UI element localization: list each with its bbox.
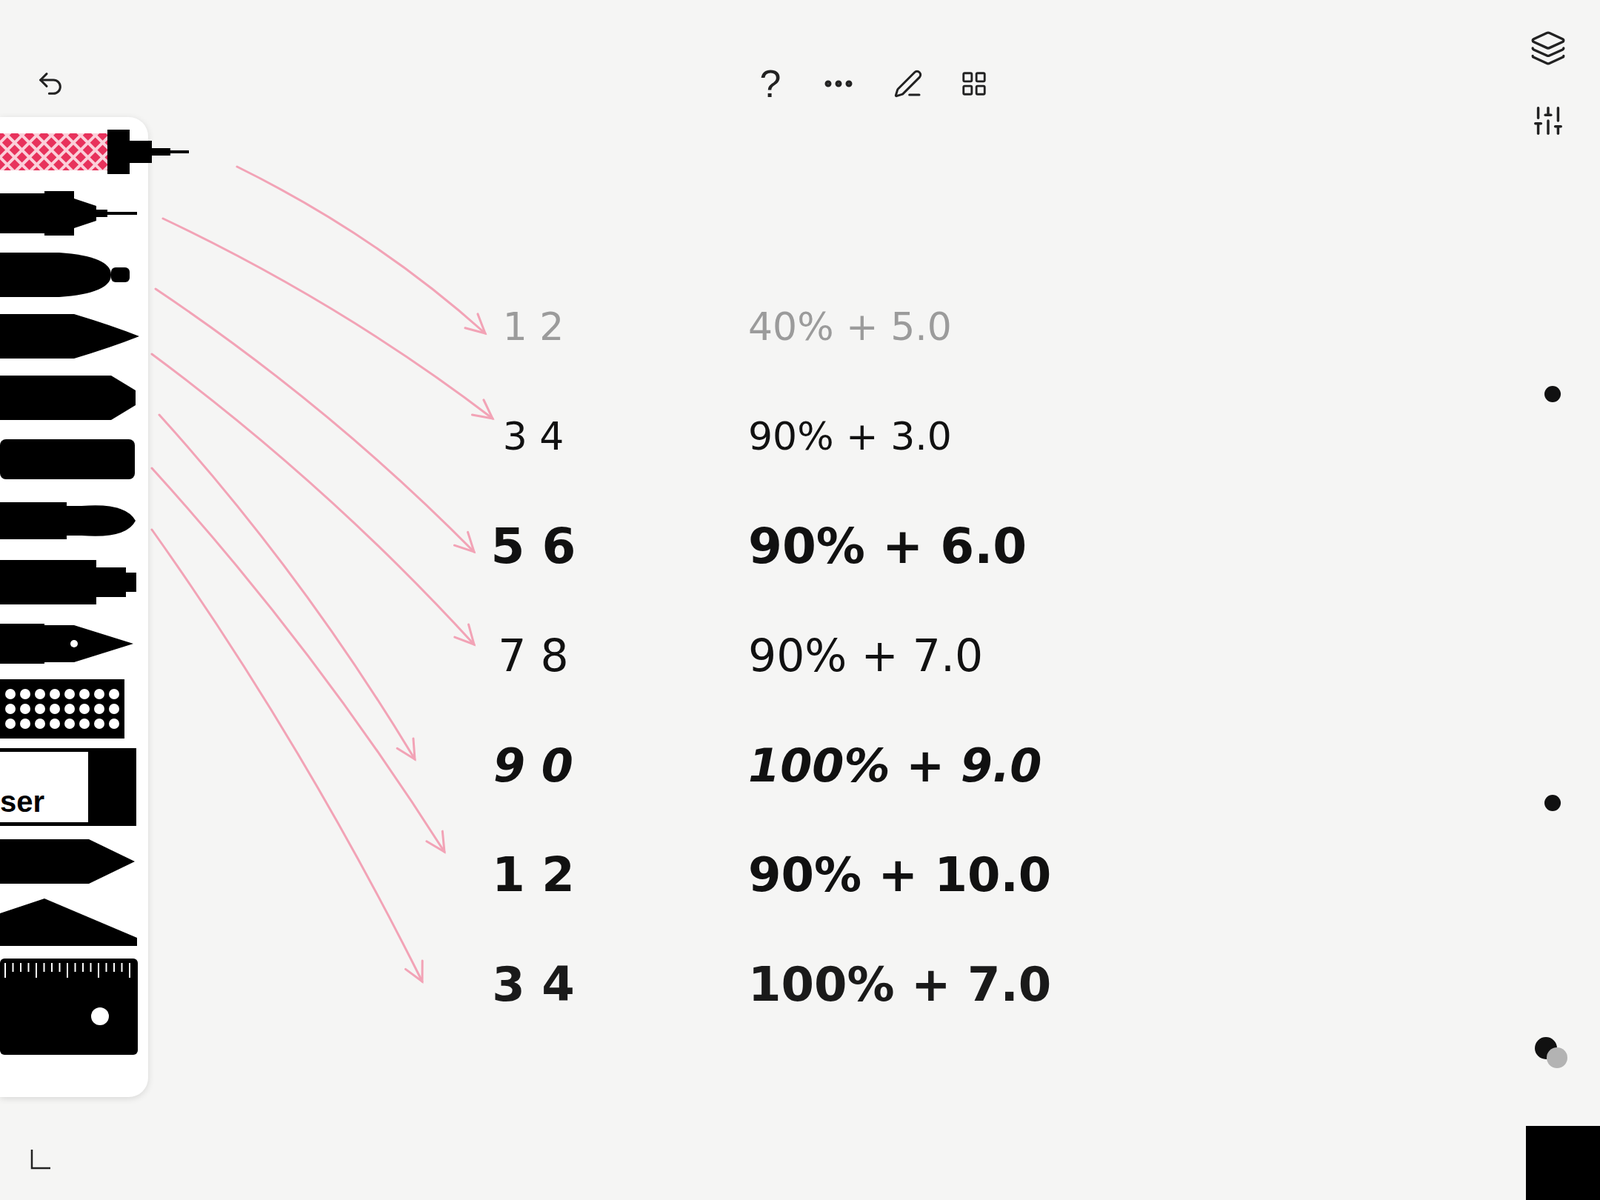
tool-item[interactable] bbox=[0, 433, 149, 486]
sliders-icon[interactable] bbox=[1531, 103, 1566, 138]
handwritten-row: 5 6 90% + 6.0 bbox=[444, 491, 1052, 601]
brush-pen-icon[interactable] bbox=[0, 310, 193, 363]
row-setting: 90% + 10.0 bbox=[748, 839, 1052, 911]
row-setting: 90% + 6.0 bbox=[748, 509, 1027, 583]
help-button[interactable]: ? bbox=[757, 64, 785, 103]
row-numbers: 5 6 bbox=[444, 509, 623, 583]
chisel-marker-icon[interactable] bbox=[0, 371, 193, 424]
handwritten-row: 3 4 90% + 3.0 bbox=[444, 381, 1052, 492]
marker-icon[interactable] bbox=[0, 248, 193, 301]
tool-item[interactable] bbox=[0, 617, 149, 670]
handwritten-row: 1 2 40% + 5.0 bbox=[444, 271, 1052, 382]
tool-item[interactable] bbox=[0, 125, 149, 178]
more-icon[interactable] bbox=[820, 65, 857, 102]
fountain-pen-icon[interactable] bbox=[0, 617, 193, 670]
size-dot[interactable] bbox=[1544, 794, 1561, 812]
corner-icon[interactable] bbox=[29, 1148, 52, 1171]
center-tools: ? bbox=[757, 64, 989, 103]
row-numbers: 9 0 bbox=[444, 731, 623, 800]
row-setting: 100% + 7.0 bbox=[748, 948, 1052, 1020]
felt-pen-icon[interactable] bbox=[0, 556, 193, 609]
grid-icon[interactable] bbox=[960, 69, 989, 98]
handwritten-row: 9 0 100% + 9.0 bbox=[444, 710, 1052, 820]
thick-marker-icon[interactable] bbox=[0, 433, 193, 486]
undo-icon bbox=[35, 68, 66, 99]
tool-item[interactable] bbox=[0, 310, 149, 363]
row-setting: 100% + 9.0 bbox=[748, 731, 1043, 800]
annotation-arrows bbox=[0, 0, 1600, 1200]
handwritten-row: 3 4 100% + 7.0 bbox=[444, 929, 1052, 1040]
tool-item[interactable] bbox=[0, 679, 149, 739]
row-numbers: 3 4 bbox=[444, 407, 623, 466]
row-setting: 40% + 5.0 bbox=[748, 297, 952, 356]
drawing-app: ? ser 1 2 40% + 5.0 3 4 90% + 3.0 5 6 90% + 6.0… bbox=[0, 0, 1600, 1200]
color-swatch[interactable] bbox=[1534, 1037, 1572, 1075]
row-numbers: 1 2 bbox=[444, 297, 623, 356]
pencil-icon[interactable] bbox=[0, 835, 193, 888]
pen-icon[interactable] bbox=[893, 68, 923, 99]
tool-item[interactable] bbox=[0, 897, 149, 949]
tool-item[interactable] bbox=[0, 187, 149, 240]
undo-button[interactable] bbox=[33, 66, 68, 101]
handwritten-row: 7 8 90% + 7.0 bbox=[444, 600, 1052, 711]
tool-palette: ser bbox=[0, 117, 149, 1098]
row-numbers: 7 8 bbox=[444, 622, 623, 689]
row-numbers: 3 4 bbox=[444, 948, 623, 1020]
handwritten-row: 1 2 90% + 10.0 bbox=[444, 820, 1052, 930]
canvas-rows: 1 2 40% + 5.0 3 4 90% + 3.0 5 6 90% + 6.0 7 8 9… bbox=[444, 271, 1052, 1040]
tool-item[interactable] bbox=[0, 835, 149, 888]
row-setting: 90% + 7.0 bbox=[748, 622, 983, 689]
eraser-tool[interactable]: ser bbox=[0, 748, 149, 826]
round-brush-icon[interactable] bbox=[0, 494, 193, 547]
layers-icon[interactable] bbox=[1529, 29, 1567, 67]
technical-pen-icon[interactable] bbox=[0, 187, 193, 240]
row-setting: 90% + 3.0 bbox=[748, 407, 952, 466]
eraser-label: ser bbox=[0, 786, 45, 817]
tool-item[interactable] bbox=[0, 494, 149, 547]
size-dot[interactable] bbox=[1544, 385, 1561, 403]
color-well[interactable] bbox=[1525, 1125, 1600, 1200]
blade-icon[interactable] bbox=[0, 897, 193, 949]
right-tools bbox=[1529, 29, 1567, 138]
stamp-icon[interactable] bbox=[0, 679, 193, 739]
ruler-icon[interactable] bbox=[0, 958, 193, 1055]
row-numbers: 1 2 bbox=[444, 839, 623, 911]
tool-item[interactable] bbox=[0, 958, 149, 1055]
mechanical-pencil-icon[interactable] bbox=[0, 125, 193, 178]
top-bar: ? bbox=[0, 0, 1600, 138]
tool-item[interactable] bbox=[0, 556, 149, 609]
tool-item[interactable] bbox=[0, 248, 149, 301]
tool-item[interactable] bbox=[0, 371, 149, 424]
